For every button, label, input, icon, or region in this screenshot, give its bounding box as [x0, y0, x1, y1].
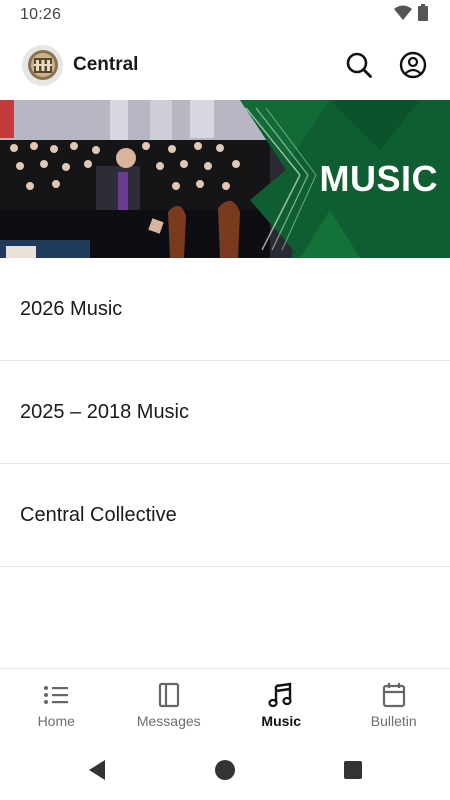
logo-icon — [27, 50, 58, 80]
home-circle-icon — [215, 760, 235, 780]
list-item-label: 2026 Music — [20, 297, 123, 320]
status-bar: 10:26 — [0, 0, 450, 30]
nav-label-music: Music — [261, 712, 302, 729]
banner-title: MUSIC — [319, 158, 438, 199]
back-triangle-icon — [89, 760, 105, 780]
list-item-label: 2025 – 2018 Music — [20, 400, 190, 423]
nav-item-home[interactable]: Home — [0, 669, 113, 740]
status-time: 10:26 — [20, 6, 62, 23]
calendar-icon — [382, 681, 406, 709]
bottom-nav: Home Messages Music Bulletin — [0, 668, 450, 740]
nav-item-bulletin[interactable]: Bulletin — [338, 669, 450, 740]
search-button[interactable] — [344, 50, 374, 80]
music-note-icon — [268, 681, 294, 709]
recents-button[interactable] — [289, 760, 417, 780]
account-circle-icon — [399, 51, 427, 79]
nav-item-messages[interactable]: Messages — [113, 669, 226, 740]
nav-label-home: Home — [37, 712, 75, 729]
wifi-icon — [394, 5, 412, 25]
system-nav-bar — [0, 740, 450, 800]
status-icons — [394, 4, 428, 26]
list-item-label: Central Collective — [20, 503, 177, 526]
recents-square-icon — [344, 761, 362, 779]
nav-item-music[interactable]: Music — [225, 669, 338, 740]
list-item[interactable]: 2025 – 2018 Music — [0, 361, 450, 464]
app-header: Central — [0, 36, 450, 94]
back-button[interactable] — [33, 759, 161, 781]
music-banner: MUSIC — [0, 100, 450, 258]
battery-icon — [418, 4, 428, 26]
church-logo[interactable] — [22, 44, 63, 86]
app-title: Central — [73, 54, 139, 75]
account-button[interactable] — [398, 50, 428, 80]
search-icon — [346, 52, 372, 78]
music-list: 2026 Music 2025 – 2018 Music Central Col… — [0, 258, 450, 567]
list-item[interactable]: Central Collective — [0, 464, 450, 567]
list-item[interactable]: 2026 Music — [0, 258, 450, 361]
nav-label-bulletin: Bulletin — [370, 712, 417, 729]
book-icon — [158, 681, 180, 709]
home-button[interactable] — [161, 759, 289, 781]
list-icon — [42, 681, 70, 709]
nav-label-messages: Messages — [136, 712, 201, 729]
